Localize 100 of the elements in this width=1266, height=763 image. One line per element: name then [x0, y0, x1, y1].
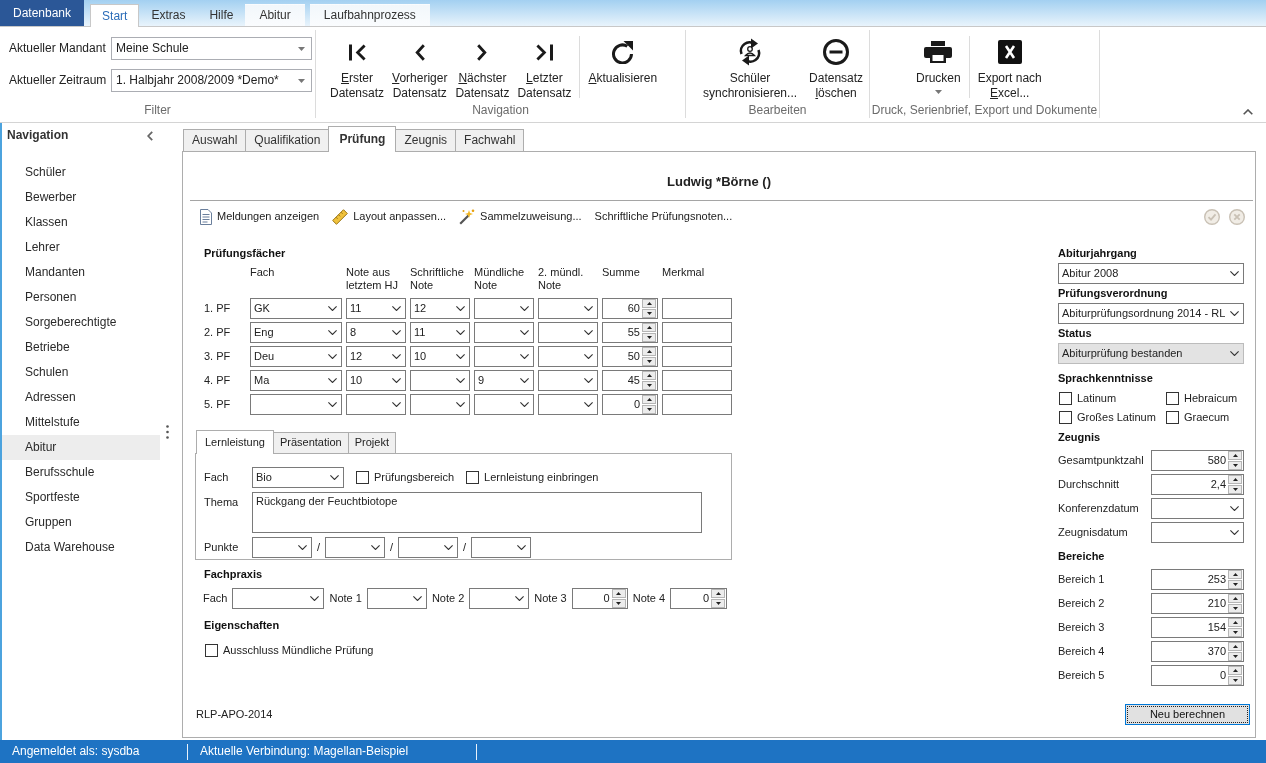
- ribbon-tab[interactable]: Laufbahnprozess: [309, 4, 430, 26]
- nav-item[interactable]: Personen: [2, 285, 160, 310]
- dropdown-field[interactable]: [538, 322, 598, 343]
- excel-button[interactable]: Export nach Excel...: [973, 30, 1046, 101]
- spin-up-button[interactable]: [642, 323, 656, 332]
- dropdown-field[interactable]: [252, 537, 312, 558]
- dropdown-field[interactable]: [538, 370, 598, 391]
- nav-item[interactable]: Betriebe: [2, 335, 160, 360]
- nav-item[interactable]: Adressen: [2, 385, 160, 410]
- spin-field[interactable]: 580: [1151, 450, 1244, 472]
- dropdown-field[interactable]: [325, 537, 385, 558]
- spin-field[interactable]: 370: [1151, 641, 1244, 663]
- spin-up-button[interactable]: [1228, 642, 1242, 652]
- dropdown-field[interactable]: 10: [410, 346, 470, 367]
- chevron-left-icon[interactable]: [147, 130, 153, 141]
- spin-field[interactable]: 60: [602, 298, 658, 319]
- refresh-button[interactable]: Aktualisieren: [584, 30, 662, 86]
- checkbox[interactable]: [1166, 411, 1179, 425]
- delete-button[interactable]: Datensatz löschen: [805, 30, 868, 101]
- dropdown-field[interactable]: [410, 394, 470, 415]
- tab[interactable]: Präsentation: [272, 432, 349, 453]
- spin-down-button[interactable]: [611, 599, 626, 608]
- nav-item[interactable]: Klassen: [2, 210, 160, 235]
- checkbox[interactable]: [1059, 411, 1072, 425]
- dropdown-field[interactable]: [469, 588, 530, 609]
- previous-button[interactable]: Vorheriger Datensatz: [388, 30, 452, 101]
- dropdown-field[interactable]: 12: [346, 346, 406, 367]
- recalc-button[interactable]: Neu berechnen: [1125, 704, 1250, 725]
- checkbox[interactable]: [356, 471, 369, 484]
- dropdown-field[interactable]: [474, 394, 534, 415]
- nav-item[interactable]: Abitur: [2, 435, 160, 460]
- spin-field[interactable]: 210: [1151, 593, 1244, 615]
- toolbar-button[interactable]: Layout anpassen...: [332, 208, 447, 225]
- spin-down-button[interactable]: [1228, 604, 1242, 614]
- dropdown-field[interactable]: [538, 298, 598, 319]
- spin-field[interactable]: 154: [1151, 617, 1244, 639]
- spin-up-button[interactable]: [642, 299, 656, 308]
- spin-up-button[interactable]: [611, 589, 626, 598]
- ribbon-tab[interactable]: Datenbank: [0, 0, 85, 26]
- spin-down-button[interactable]: [1228, 580, 1242, 590]
- text-field[interactable]: [662, 322, 732, 343]
- spin-field[interactable]: 0: [670, 588, 728, 609]
- dropdown-field[interactable]: Abitur 2008: [1058, 263, 1244, 284]
- spin-up-button[interactable]: [1228, 475, 1242, 485]
- spin-down-button[interactable]: [711, 599, 726, 608]
- dropdown-field[interactable]: 11: [346, 298, 406, 319]
- spin-up-button[interactable]: [1228, 618, 1242, 628]
- ribbon-tab[interactable]: Extras: [139, 4, 198, 26]
- spin-field[interactable]: 2,4: [1151, 474, 1244, 496]
- spin-field[interactable]: 253: [1151, 569, 1244, 591]
- spin-down-button[interactable]: [642, 381, 656, 390]
- spin-down-button[interactable]: [1228, 461, 1242, 471]
- nav-item[interactable]: Schüler: [2, 160, 160, 185]
- dropdown-field[interactable]: 11: [410, 322, 470, 343]
- nav-item[interactable]: Schulen: [2, 360, 160, 385]
- first-button[interactable]: Erster Datensatz: [326, 30, 389, 101]
- last-button[interactable]: Letzter Datensatz: [513, 30, 576, 101]
- tab[interactable]: Fachwahl: [455, 129, 525, 151]
- tab[interactable]: Lernleistung: [196, 430, 274, 454]
- dropdown-field[interactable]: [474, 322, 534, 343]
- spin-up-button[interactable]: [642, 347, 656, 356]
- dropdown-field[interactable]: 12: [410, 298, 470, 319]
- dropdown-field[interactable]: [232, 588, 325, 609]
- dropdown-field[interactable]: [366, 588, 427, 609]
- dropdown-field[interactable]: Bio: [252, 467, 344, 488]
- spin-up-button[interactable]: [1228, 570, 1242, 580]
- spin-down-button[interactable]: [642, 405, 656, 414]
- dropdown-field[interactable]: 9: [474, 370, 534, 391]
- dropdown-field[interactable]: Deu: [250, 346, 342, 367]
- spin-field[interactable]: 50: [602, 346, 658, 367]
- spin-down-button[interactable]: [642, 333, 656, 342]
- checkbox[interactable]: [1059, 392, 1072, 406]
- spin-field[interactable]: 55: [602, 322, 658, 343]
- nav-item[interactable]: Mandanten: [2, 260, 160, 285]
- spin-field[interactable]: 45: [602, 370, 658, 391]
- tab[interactable]: Zeugnis: [395, 129, 457, 151]
- checkbox[interactable]: [466, 471, 480, 484]
- dropdown-field[interactable]: [1151, 498, 1244, 520]
- spin-down-button[interactable]: [642, 357, 656, 366]
- dropdown-field[interactable]: [538, 346, 598, 367]
- dropdown-field[interactable]: [471, 537, 531, 558]
- dropdown-field[interactable]: [538, 394, 598, 415]
- spin-down-button[interactable]: [1228, 652, 1242, 662]
- nav-item[interactable]: Lehrer: [2, 235, 160, 260]
- spin-down-button[interactable]: [1228, 628, 1242, 638]
- toolbar-button[interactable]: Meldungen anzeigen: [200, 208, 320, 225]
- tab[interactable]: Auswahl: [183, 129, 247, 151]
- toolbar-button[interactable]: Schriftliche Prüfungsnoten...: [594, 209, 733, 224]
- sync-button[interactable]: Schüler synchronisieren...: [693, 30, 806, 101]
- nav-item[interactable]: Bewerber: [2, 185, 160, 210]
- spin-field[interactable]: 0: [602, 394, 658, 415]
- ribbon-tab[interactable]: Hilfe: [197, 4, 246, 26]
- spin-up-button[interactable]: [642, 395, 656, 404]
- tab[interactable]: Qualifikation: [245, 129, 330, 151]
- dropdown-field[interactable]: [1151, 522, 1244, 544]
- nav-item[interactable]: Data Warehouse: [2, 535, 160, 560]
- dropdown-field[interactable]: 10: [346, 370, 406, 391]
- spin-up-button[interactable]: [1228, 666, 1242, 676]
- next-button[interactable]: Nächster Datensatz: [451, 30, 514, 101]
- chevron-up-icon[interactable]: [1243, 109, 1253, 115]
